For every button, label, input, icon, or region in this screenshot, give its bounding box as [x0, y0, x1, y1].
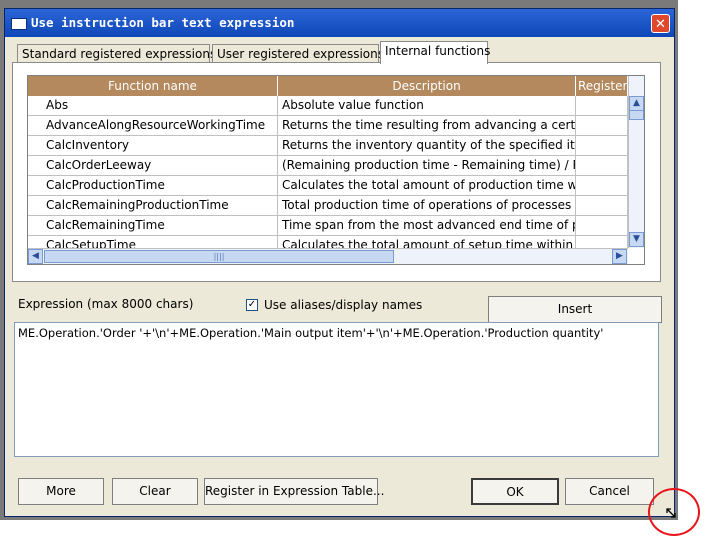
register-cell [576, 136, 628, 156]
scroll-right-icon[interactable]: ▶ [612, 249, 627, 264]
register-cell [576, 176, 628, 196]
window-title: Use instruction bar text expression [31, 15, 295, 30]
scroll-left-icon[interactable]: ◀ [28, 249, 43, 264]
function-name-cell: CalcOrderLeeway [28, 156, 278, 176]
highlight-circle [648, 488, 700, 536]
description-cell: Total production time of operations of p… [278, 196, 576, 216]
scroll-up-icon[interactable]: ▲ [629, 96, 644, 111]
table-row[interactable]: CalcRemainingTime Time span from the mos… [28, 216, 628, 236]
close-button[interactable]: ✕ [651, 14, 670, 33]
description-cell: Absolute value function [278, 96, 576, 116]
function-name-cell: CalcRemainingProductionTime [28, 196, 278, 216]
register-cell [576, 196, 628, 216]
insert-button[interactable]: Insert [488, 296, 662, 323]
description-cell: Returns the inventory quantity of the sp… [278, 136, 576, 156]
register-cell [576, 156, 628, 176]
table-row[interactable]: CalcInventory Returns the inventory quan… [28, 136, 628, 156]
table-row[interactable]: CalcOrderLeeway (Remaining production ti… [28, 156, 628, 176]
title-bar[interactable]: Use instruction bar text expression ✕ [5, 9, 674, 37]
description-cell: Calculates the total amount of productio… [278, 176, 576, 196]
tab-user-expressions[interactable]: User registered expressions [212, 44, 384, 63]
horizontal-scroll-thumb[interactable]: |||| [44, 250, 394, 263]
function-name-cell: AdvanceAlongResourceWorkingTime [28, 116, 278, 136]
function-name-cell: Abs [28, 96, 278, 116]
register-cell [576, 96, 628, 116]
register-cell [576, 216, 628, 236]
register-cell [576, 116, 628, 136]
register-in-expression-table-button[interactable]: Register in Expression Table... [204, 478, 384, 505]
window-icon [11, 18, 27, 30]
ok-button[interactable]: OK [471, 478, 559, 505]
table-row[interactable]: CalcRemainingProductionTime Total produc… [28, 196, 628, 216]
table-header: Function name Description Register [28, 76, 644, 96]
function-name-cell: CalcRemainingTime [28, 216, 278, 236]
scroll-down-icon[interactable]: ▼ [629, 232, 644, 247]
expression-textarea[interactable]: ME.Operation.'Order '+'\n'+ME.Operation.… [14, 322, 659, 457]
clear-button[interactable]: Clear [112, 478, 198, 505]
more-button[interactable]: More [18, 478, 104, 505]
horizontal-scrollbar[interactable]: ◀ |||| ▶ [28, 248, 628, 264]
function-name-cell: CalcProductionTime [28, 176, 278, 196]
column-header-description[interactable]: Description [278, 76, 576, 96]
table-row[interactable]: Abs Absolute value function [28, 96, 628, 116]
description-cell: Time span from the most advanced end tim… [278, 216, 576, 236]
description-cell: Returns the time resulting from advancin… [278, 116, 576, 136]
tab-internal-functions[interactable]: Internal functions [380, 41, 490, 64]
expression-label: Expression (max 8000 chars) [18, 297, 194, 311]
functions-table[interactable]: Function name Description Register Abs A… [27, 75, 645, 265]
column-header-register[interactable]: Register [576, 76, 628, 96]
function-name-cell: CalcInventory [28, 136, 278, 156]
vertical-scrollbar[interactable]: ▲ ▼ [628, 76, 644, 248]
description-cell: (Remaining production time - Remaining t… [278, 156, 576, 176]
cancel-button[interactable]: Cancel [565, 478, 654, 505]
table-row[interactable]: AdvanceAlongResourceWorkingTime Returns … [28, 116, 628, 136]
table-row[interactable]: CalcProductionTime Calculates the total … [28, 176, 628, 196]
vertical-scroll-thumb[interactable] [629, 110, 644, 120]
use-aliases-checkbox[interactable]: ✓ [246, 299, 258, 311]
tab-standard-expressions[interactable]: Standard registered expressions [17, 44, 216, 63]
column-header-function-name[interactable]: Function name [28, 76, 278, 96]
use-aliases-label[interactable]: Use aliases/display names [264, 298, 422, 312]
